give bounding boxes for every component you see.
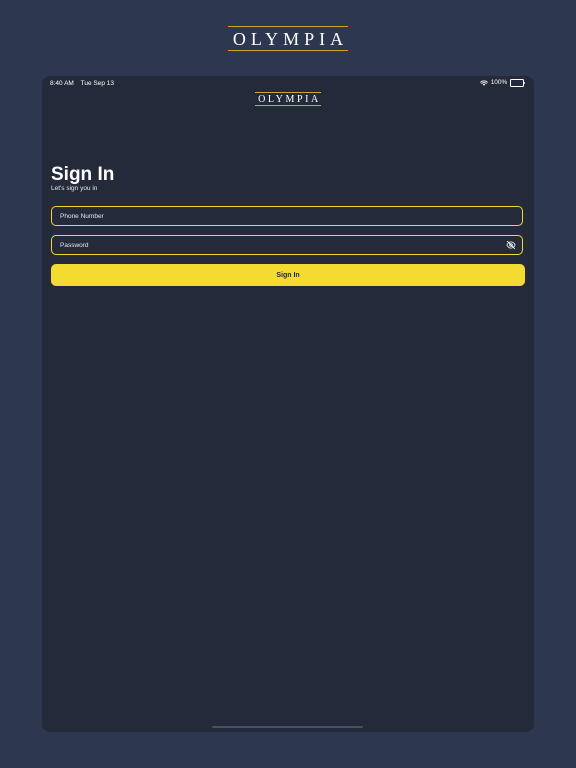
phone-number-input[interactable] [52,207,522,225]
status-time-date: 8:40 AM Tue Sep 13 [50,80,114,87]
battery-icon [510,79,525,87]
app-header: OLYMPIA [42,92,534,106]
olympia-app-logo: OLYMPIA [255,92,321,106]
app-store-screenshot: OLYMPIA 8:40 AM Tue Sep 13 100% OLYMPIA … [0,0,576,768]
status-bar: 8:40 AM Tue Sep 13 100% [42,76,534,90]
status-date: Tue Sep 13 [80,80,115,87]
outer-brand-header: OLYMPIA [0,26,576,51]
page-title: Sign In [51,164,115,185]
sign-in-button[interactable]: Sign In [51,264,525,286]
password-input[interactable] [52,236,504,254]
phone-number-field[interactable] [51,206,523,226]
status-time: 8:40 AM [50,80,74,87]
wifi-icon [479,80,488,86]
olympia-logo: OLYMPIA [227,26,349,51]
eye-off-icon[interactable] [504,238,518,252]
ipad-screen: 8:40 AM Tue Sep 13 100% OLYMPIA Sign In … [42,76,534,732]
status-indicators: 100% [479,79,525,87]
page-subtitle: Let's sign you in [51,185,98,192]
home-indicator[interactable] [212,726,363,728]
password-field[interactable] [51,235,523,255]
battery-percent: 100% [490,79,508,87]
